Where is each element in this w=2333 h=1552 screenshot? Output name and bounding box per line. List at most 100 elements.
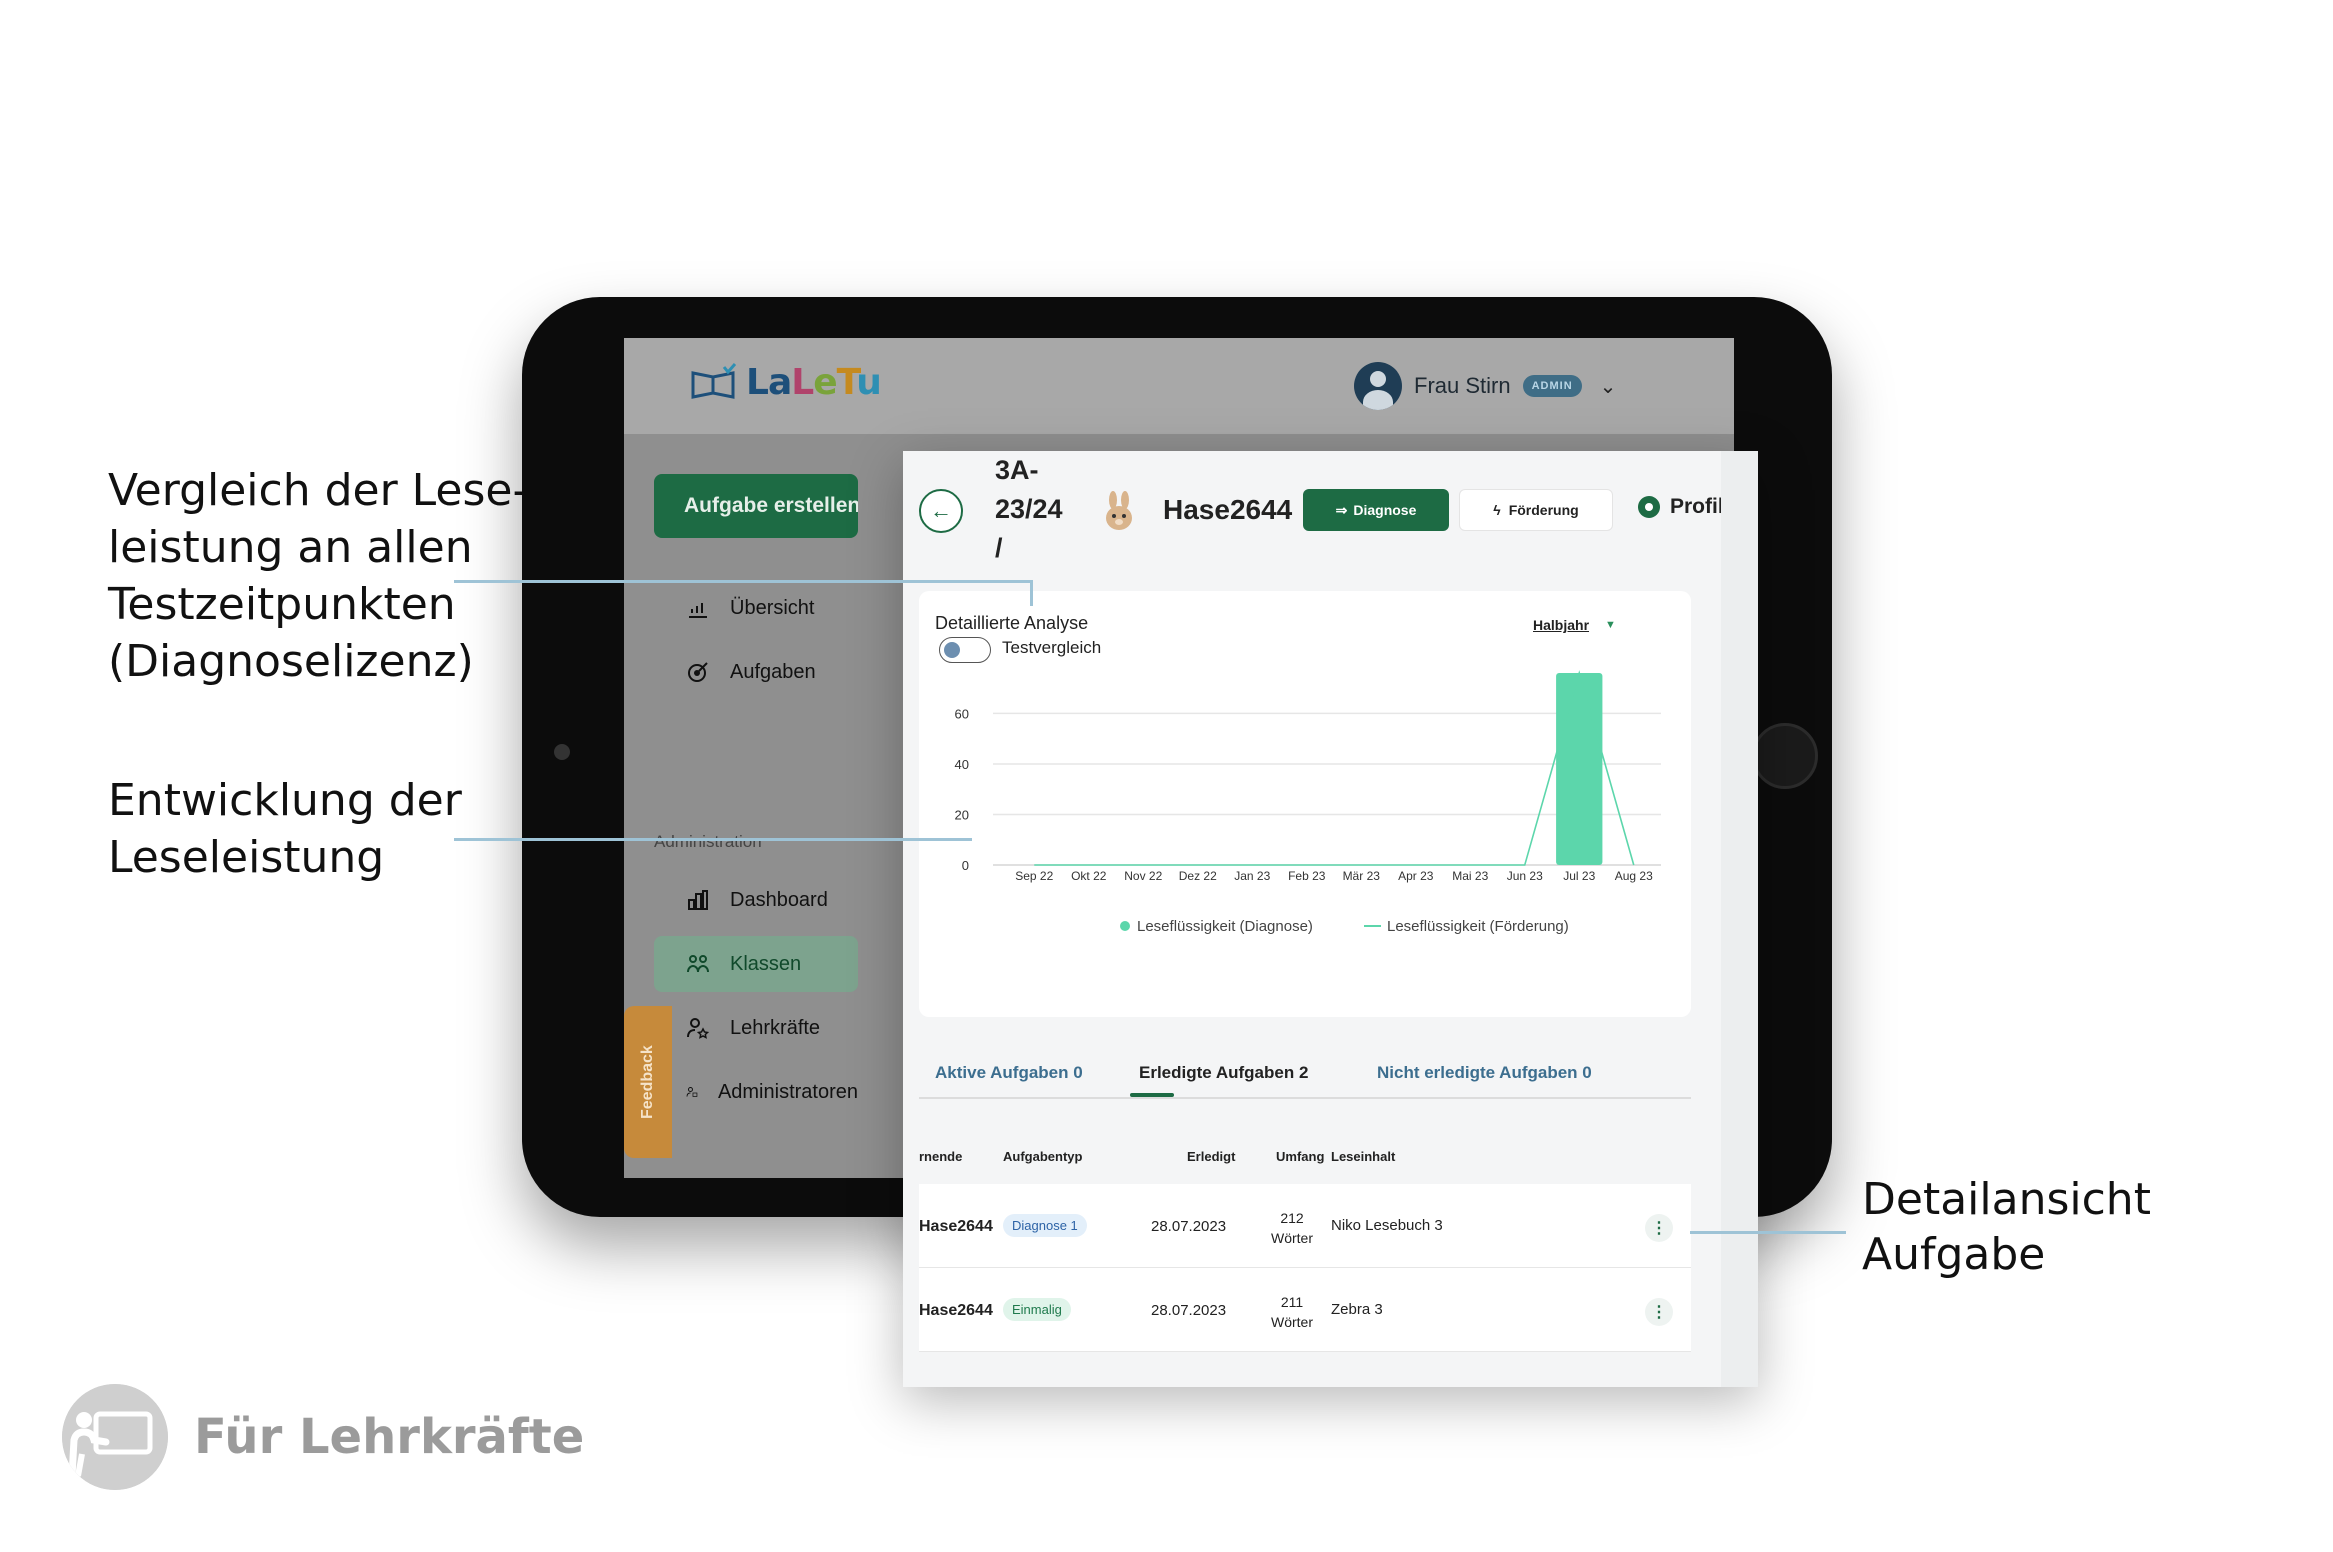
- tablet-home-button: [1752, 723, 1818, 789]
- leader-line-detail: [1690, 1231, 1846, 1234]
- tab-active-tasks[interactable]: Aktive Aufgaben 0: [935, 1063, 1083, 1083]
- row-student-name: Hase2644: [919, 1302, 993, 1319]
- annotation-line: (Diagnoselizenz): [108, 636, 474, 687]
- period-select[interactable]: Halbjahr: [1533, 617, 1589, 633]
- tablet-camera: [554, 744, 570, 760]
- annotation-development: Entwicklung der Leseleistung: [108, 772, 508, 886]
- feedback-tab[interactable]: Feedback: [624, 1006, 672, 1158]
- column-header: Aufgabentyp: [1003, 1149, 1083, 1164]
- x-tick-label: Apr 23: [1398, 869, 1434, 883]
- foerderung-label: Förderung: [1508, 502, 1579, 518]
- y-tick-label: 60: [955, 706, 969, 721]
- diagnose-button[interactable]: ⇒ Diagnose: [1303, 489, 1449, 531]
- user-shield-icon: [686, 1087, 698, 1097]
- task-tabs: Aktive Aufgaben 0 Erledigte Aufgaben 2 N…: [919, 1041, 1691, 1099]
- table-header: rnende Aufgabentyp Erledigt Umfang Lesei…: [919, 1123, 1691, 1183]
- diagnose-icon: ⇒: [1335, 501, 1348, 518]
- legend-label: Leseflüssigkeit (Förderung): [1387, 918, 1569, 935]
- sidebar-item-label: Klassen: [730, 952, 802, 975]
- x-tick-label: Sep 22: [1015, 869, 1053, 883]
- annotation-detail: Detailansicht Aufgabe: [1862, 1172, 2202, 1282]
- tab-undone-tasks[interactable]: Nicht erledigte Aufgaben 0: [1377, 1063, 1592, 1083]
- group-icon: [687, 955, 709, 973]
- task-type-badge: Diagnose 1: [1003, 1214, 1087, 1237]
- task-type-badge: Einmalig: [1003, 1298, 1071, 1321]
- words-unit: Wörter: [1271, 1230, 1313, 1246]
- stage: Vergleich der Lese- leistung an allen Te…: [0, 0, 2333, 1552]
- annotation-line: Detailansicht: [1862, 1174, 2151, 1225]
- legend-marker: [1120, 921, 1130, 931]
- table-row[interactable]: Hase2644 Diagnose 1 28.07.2023 212 Wörte…: [919, 1184, 1691, 1268]
- leader-line-compare-drop: [1030, 580, 1033, 606]
- x-tick-label: Jan 23: [1234, 869, 1270, 883]
- row-reading-text: Zebra 3: [1331, 1301, 1383, 1318]
- sidebar-item-label: Administratoren: [717, 1080, 858, 1103]
- row-menu-button[interactable]: ⋮: [1645, 1298, 1673, 1326]
- role-badge: ADMIN: [1522, 375, 1582, 397]
- sidebar-item-dashboard[interactable]: Dashboard: [654, 872, 858, 928]
- back-button[interactable]: ←: [919, 489, 963, 533]
- row-date: 28.07.2023: [1151, 1218, 1227, 1235]
- x-tick-label: Mär 23: [1343, 869, 1381, 883]
- sidebar-item-tasks[interactable]: Aufgaben: [654, 644, 858, 700]
- sidebar-item-teachers[interactable]: Lehrkräfte: [654, 1000, 858, 1056]
- row-menu-button[interactable]: ⋮: [1645, 1214, 1673, 1242]
- profile-link[interactable]: Profil: [1638, 495, 1724, 519]
- sidebar-section-label: Administration: [654, 832, 762, 851]
- logo-part: La: [746, 362, 792, 403]
- chart-title: Detaillierte Analyse: [935, 613, 1089, 633]
- x-tick-label: Mai 23: [1452, 869, 1488, 883]
- panel-scrollbar[interactable]: [1721, 451, 1758, 1387]
- y-tick-label: 40: [955, 757, 969, 772]
- annotation-line: Vergleich der Lese-: [108, 465, 529, 516]
- legend-label: Leseflüssigkeit (Diagnose): [1137, 918, 1313, 935]
- row-words: 211 Wörter: [1271, 1292, 1313, 1332]
- class-name: 3A- 23/24 /: [995, 451, 1085, 568]
- chevron-down-icon[interactable]: ⌄: [1600, 374, 1617, 399]
- diagnose-label: Diagnose: [1353, 502, 1417, 518]
- x-tick-label: Dez 22: [1179, 869, 1217, 883]
- arrow-left-icon: ←: [930, 498, 952, 523]
- tab-done-tasks[interactable]: Erledigte Aufgaben 2: [1139, 1063, 1308, 1083]
- create-task-label: Aufgabe erstellen: [684, 494, 858, 517]
- x-tick-label: Jul 23: [1563, 869, 1595, 883]
- class-name-line: 3A-: [995, 455, 1039, 485]
- logo-wordmark: LaLeTu: [746, 362, 882, 403]
- app-header: LaLeTu Frau Stirn ADMIN ⌄: [624, 338, 1734, 434]
- student-name: Hase2644: [1163, 494, 1293, 525]
- sidebar-item-administrators[interactable]: Administratoren: [654, 1064, 858, 1120]
- chart-bar: [1556, 673, 1603, 865]
- create-task-button[interactable]: Aufgabe erstellen: [654, 474, 858, 538]
- more-vertical-icon: ⋮: [1651, 1220, 1667, 1237]
- sidebar-item-label: Lehrkräfte: [730, 1016, 821, 1039]
- rabbit-avatar-icon: [1106, 491, 1132, 530]
- target-icon: [688, 662, 708, 682]
- user-menu[interactable]: Frau Stirn ADMIN ⌄: [1354, 362, 1616, 410]
- tab-indicator: [1130, 1093, 1174, 1097]
- row-words: 212 Wörter: [1271, 1208, 1313, 1248]
- test-compare-toggle[interactable]: [939, 637, 991, 663]
- sidebar-item-overview[interactable]: Übersicht: [654, 580, 858, 636]
- y-tick-label: 0: [962, 858, 969, 873]
- foerderung-button[interactable]: ϟ Förderung: [1459, 489, 1613, 531]
- logo-part: T: [836, 362, 858, 403]
- caret-down-icon[interactable]: ▼: [1605, 619, 1616, 631]
- table-row[interactable]: Hase2644 Einmalig 28.07.2023 211 Wörter …: [919, 1268, 1691, 1352]
- book-logo-icon: [691, 362, 736, 399]
- logo-part: e: [813, 362, 837, 403]
- teacher-board-icon: [62, 1384, 168, 1490]
- column-header: rnende: [919, 1149, 963, 1164]
- toggle-label: Testvergleich: [1002, 638, 1102, 657]
- sidebar-item-classes[interactable]: Klassen: [654, 936, 858, 992]
- app-logo[interactable]: LaLeTu: [690, 362, 882, 403]
- sidebar-item-label: Übersicht: [730, 596, 815, 619]
- x-tick-label: Okt 22: [1071, 869, 1107, 883]
- more-vertical-icon: ⋮: [1651, 1304, 1667, 1321]
- words-count: 212: [1280, 1210, 1304, 1226]
- words-count: 211: [1280, 1294, 1304, 1310]
- annotation-line: Testzeitpunkten: [108, 579, 456, 630]
- logo-part: u: [856, 362, 882, 403]
- annotation-compare: Vergleich der Lese- leistung an allen Te…: [108, 462, 548, 690]
- x-tick-label: Aug 23: [1615, 869, 1653, 883]
- sidebar-item-label: Dashboard: [730, 888, 828, 911]
